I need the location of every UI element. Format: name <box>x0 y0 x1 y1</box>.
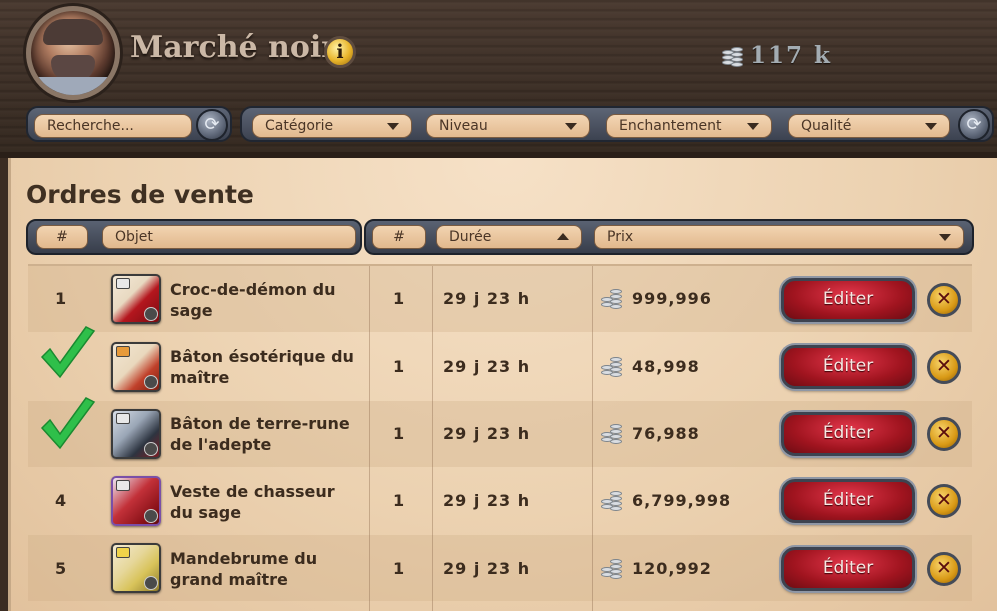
order-duration: 29 j 23 h <box>443 424 531 443</box>
level-label: Niveau <box>439 118 488 134</box>
chevron-down-icon <box>939 234 951 241</box>
silver-balance: 117 k <box>750 42 832 69</box>
filter-bar: Catégorie Niveau Enchantement Qualité ⟳ <box>240 106 994 142</box>
edit-button[interactable]: Éditer <box>781 412 915 456</box>
item-icon-demonfang[interactable] <box>111 274 161 324</box>
category-label: Catégorie <box>265 118 334 134</box>
quality-dropdown[interactable]: Qualité <box>788 114 950 138</box>
item-quantity: 1 <box>393 491 405 510</box>
filter-refresh-button[interactable]: ⟳ <box>958 109 990 141</box>
refresh-icon: ⟳ <box>204 114 220 135</box>
item-name: Bâton de terre-rune de l'adepte <box>170 414 350 454</box>
checkmark-icon <box>40 326 96 379</box>
enchantment-label: Enchantement <box>619 118 722 134</box>
row-index: 5 <box>55 559 67 578</box>
price-header-label: Prix <box>607 229 634 245</box>
edit-button[interactable]: Éditer <box>781 345 915 389</box>
info-icon[interactable]: i <box>324 36 356 68</box>
item-quantity: 1 <box>393 357 405 376</box>
edit-button[interactable]: Éditer <box>781 479 915 523</box>
search-bar: Recherche... ⟳ <box>26 106 232 142</box>
cancel-order-button[interactable]: ✕ <box>927 283 961 317</box>
item-icon-earthrune-staff[interactable] <box>111 409 161 459</box>
column-header-duration[interactable]: Durée <box>436 225 582 249</box>
chevron-down-icon <box>565 123 577 130</box>
checkmark-icon <box>40 397 96 450</box>
item-icon-hunter-jacket[interactable] <box>111 476 161 526</box>
search-refresh-button[interactable]: ⟳ <box>196 109 228 141</box>
header-bar: Marché noir i 117 k Recherche... ⟳ Catég… <box>0 0 997 158</box>
item-quantity: 1 <box>393 559 405 578</box>
cancel-order-button[interactable]: ✕ <box>927 417 961 451</box>
silver-coins-icon <box>600 286 626 312</box>
item-icon-mistcaller[interactable] <box>111 543 161 593</box>
quality-label: Qualité <box>801 118 852 134</box>
chevron-down-icon <box>747 123 759 130</box>
silver-coins-icon <box>720 44 746 70</box>
order-price: 48,998 <box>632 357 700 376</box>
column-header-quantity[interactable]: # <box>372 225 426 249</box>
sort-ascending-icon <box>557 233 569 240</box>
item-name: Mandebrume du grand maître <box>170 549 318 589</box>
chevron-down-icon <box>925 123 937 130</box>
order-duration: 29 j 23 h <box>443 559 531 578</box>
search-input[interactable]: Recherche... <box>34 114 192 138</box>
level-dropdown[interactable]: Niveau <box>426 114 590 138</box>
merchant-avatar <box>26 6 120 100</box>
silver-coins-icon <box>600 354 626 380</box>
silver-coins-icon <box>600 488 626 514</box>
row-index: 4 <box>55 491 67 510</box>
category-dropdown[interactable]: Catégorie <box>252 114 412 138</box>
column-header-item[interactable]: Objet <box>102 225 356 249</box>
section-title: Ordres de vente <box>26 180 254 209</box>
cancel-order-button[interactable]: ✕ <box>927 552 961 586</box>
item-name: Bâton ésotérique du maître <box>170 347 354 387</box>
duration-header-label: Durée <box>449 229 492 245</box>
silver-coins-icon <box>600 556 626 582</box>
order-price: 76,988 <box>632 424 700 443</box>
order-duration: 29 j 23 h <box>443 289 531 308</box>
cancel-order-button[interactable]: ✕ <box>927 350 961 384</box>
order-price: 6,799,998 <box>632 491 732 510</box>
chevron-down-icon <box>387 123 399 130</box>
close-icon: ✕ <box>936 422 952 444</box>
enchantment-dropdown[interactable]: Enchantement <box>606 114 772 138</box>
order-price: 120,992 <box>632 559 712 578</box>
item-name: Veste de chasseur du sage <box>170 482 335 522</box>
order-duration: 29 j 23 h <box>443 491 531 510</box>
order-price: 999,996 <box>632 289 712 308</box>
close-icon: ✕ <box>936 489 952 511</box>
silver-coins-icon <box>600 421 626 447</box>
item-quantity: 1 <box>393 424 405 443</box>
refresh-icon: ⟳ <box>966 114 982 135</box>
item-quantity: 1 <box>393 289 405 308</box>
page-title: Marché noir <box>130 30 338 65</box>
close-icon: ✕ <box>936 557 952 579</box>
cancel-order-button[interactable]: ✕ <box>927 484 961 518</box>
row-index: 1 <box>55 289 67 308</box>
order-duration: 29 j 23 h <box>443 357 531 376</box>
close-icon: ✕ <box>936 288 952 310</box>
item-name: Croc-de-démon du sage <box>170 280 336 320</box>
column-header-index[interactable]: # <box>36 225 88 249</box>
column-header-price[interactable]: Prix <box>594 225 964 249</box>
item-icon-staff-esoteric[interactable] <box>111 342 161 392</box>
edit-button[interactable]: Éditer <box>781 547 915 591</box>
close-icon: ✕ <box>936 355 952 377</box>
edit-button[interactable]: Éditer <box>781 278 915 322</box>
